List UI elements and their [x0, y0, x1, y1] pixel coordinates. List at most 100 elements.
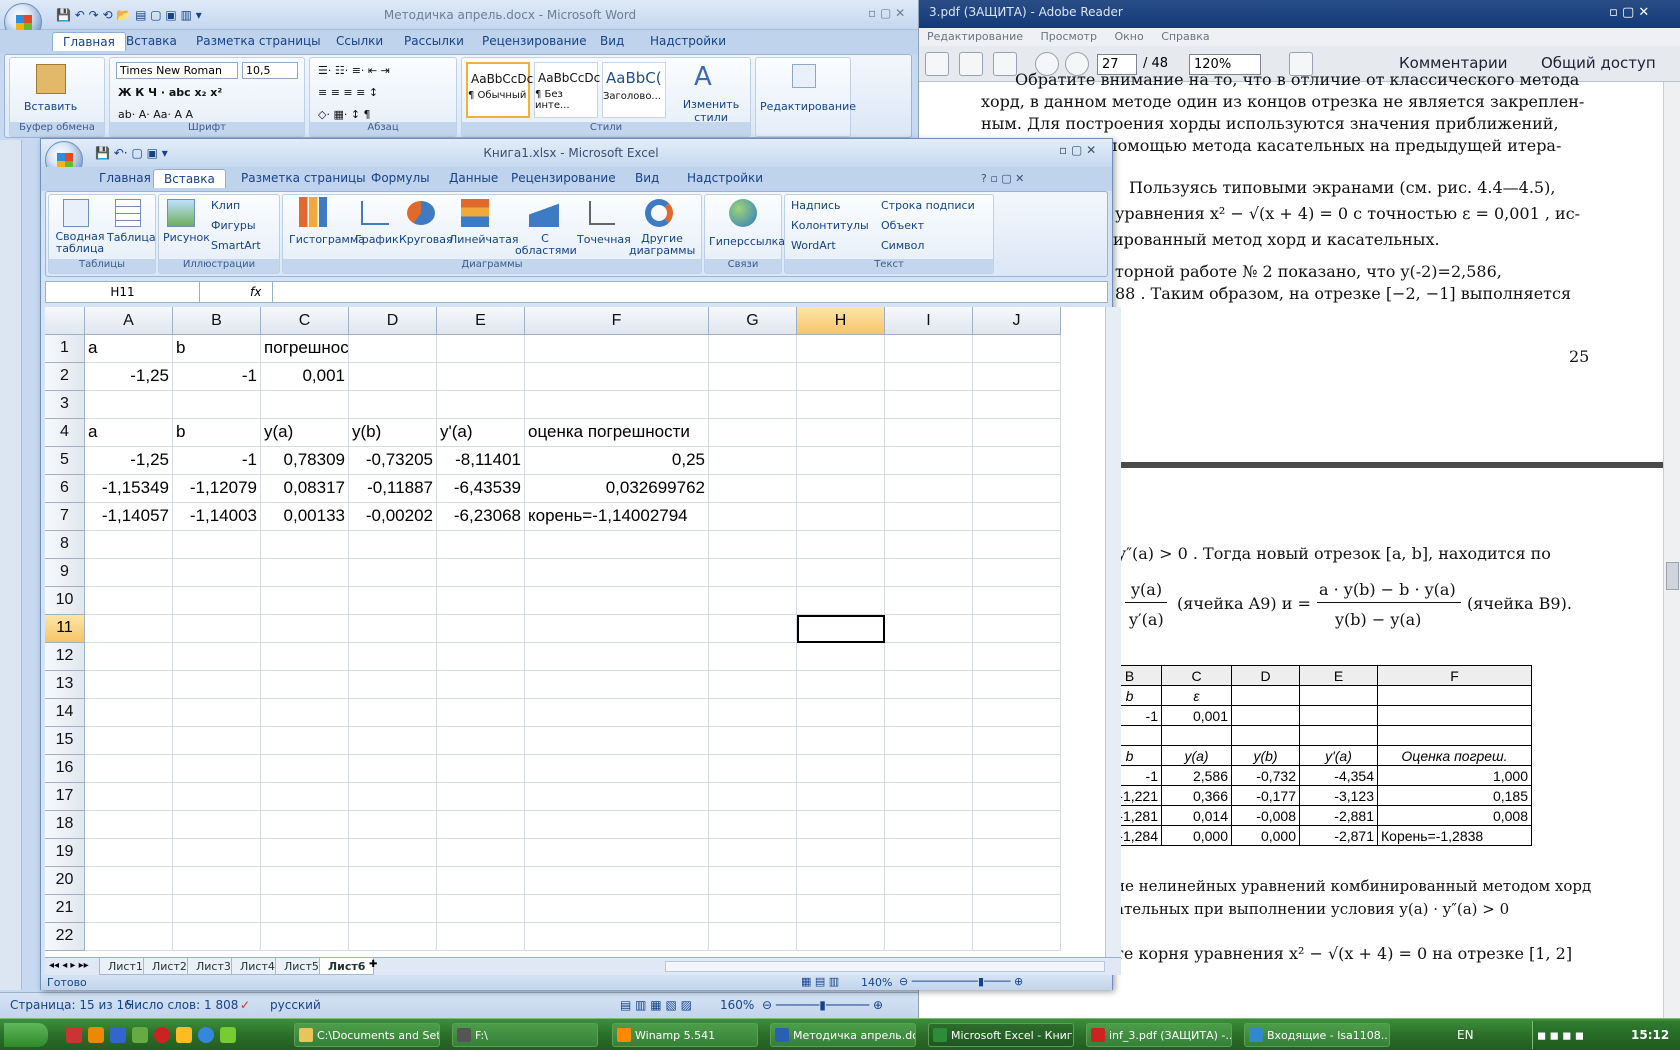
- cell[interactable]: [885, 643, 973, 671]
- status-page[interactable]: Страница: 15 из 16: [10, 998, 132, 1012]
- cell[interactable]: [437, 671, 525, 699]
- quicklaunch-icon[interactable]: [66, 1027, 82, 1043]
- pivot-table-button[interactable]: Сводная таблица: [53, 231, 107, 255]
- editing-button[interactable]: Редактирование: [760, 100, 856, 113]
- task-explorer[interactable]: C:\Documents and Set...: [294, 1023, 440, 1047]
- cell[interactable]: -8,11401: [437, 447, 525, 475]
- area-chart-button[interactable]: С областями: [515, 233, 577, 257]
- cell[interactable]: [709, 923, 797, 951]
- signature-button[interactable]: Строка подписи: [881, 199, 975, 212]
- cell[interactable]: [797, 587, 885, 615]
- quicklaunch-icon[interactable]: [176, 1027, 192, 1043]
- cell[interactable]: [261, 839, 349, 867]
- cell[interactable]: [797, 671, 885, 699]
- cell[interactable]: [709, 447, 797, 475]
- picture-icon[interactable]: [167, 199, 195, 227]
- cell[interactable]: [973, 615, 1061, 643]
- vertical-scrollbar[interactable]: [1105, 307, 1121, 957]
- cell[interactable]: [973, 783, 1061, 811]
- cell[interactable]: [173, 727, 261, 755]
- object-button[interactable]: Объект: [881, 219, 924, 232]
- font-size-box[interactable]: 10,5: [242, 62, 298, 79]
- cell[interactable]: [173, 559, 261, 587]
- paste-icon[interactable]: [36, 64, 66, 94]
- row-header[interactable]: 10: [45, 587, 85, 615]
- cell[interactable]: 0,00133: [261, 503, 349, 531]
- task-word[interactable]: Методичка апрель.do...: [770, 1023, 916, 1047]
- tab-insert[interactable]: Вставка: [126, 34, 177, 48]
- cell[interactable]: [797, 643, 885, 671]
- row-header[interactable]: 5: [45, 447, 85, 475]
- menu-edit[interactable]: Редактирование: [927, 30, 1023, 43]
- row-header[interactable]: 9: [45, 559, 85, 587]
- cell[interactable]: [437, 839, 525, 867]
- other-charts-icon[interactable]: [645, 199, 673, 227]
- cell[interactable]: [261, 643, 349, 671]
- tab-review[interactable]: Рецензирование: [511, 171, 616, 185]
- cell[interactable]: [525, 559, 709, 587]
- cell[interactable]: [261, 391, 349, 419]
- cell[interactable]: [173, 923, 261, 951]
- shapes-button[interactable]: Фигуры: [211, 219, 256, 232]
- cell[interactable]: [525, 923, 709, 951]
- cell[interactable]: -1,12079: [173, 475, 261, 503]
- cell[interactable]: [349, 615, 437, 643]
- cell[interactable]: [261, 671, 349, 699]
- cell[interactable]: [85, 391, 173, 419]
- cell[interactable]: [349, 783, 437, 811]
- cell[interactable]: -1: [173, 447, 261, 475]
- cell[interactable]: [261, 587, 349, 615]
- cell[interactable]: [885, 671, 973, 699]
- task-drive[interactable]: F:\: [452, 1023, 598, 1047]
- cell[interactable]: [525, 531, 709, 559]
- cell[interactable]: [525, 839, 709, 867]
- column-header-f[interactable]: F: [525, 307, 709, 335]
- bar-chart-button[interactable]: Линейчатая: [449, 233, 519, 246]
- column-header-c[interactable]: C: [261, 307, 349, 335]
- clip-button[interactable]: Клип: [211, 199, 240, 212]
- cell[interactable]: [437, 391, 525, 419]
- change-styles-button[interactable]: Изменить стили: [682, 98, 740, 124]
- cell[interactable]: [973, 811, 1061, 839]
- cell[interactable]: [797, 699, 885, 727]
- cell[interactable]: [437, 335, 525, 363]
- mail-icon[interactable]: [993, 52, 1017, 76]
- tab-mailings[interactable]: Рассылки: [404, 34, 464, 48]
- binoculars-icon[interactable]: [792, 64, 816, 88]
- cell[interactable]: [349, 671, 437, 699]
- cell[interactable]: [173, 699, 261, 727]
- cell[interactable]: [709, 531, 797, 559]
- cell[interactable]: [85, 755, 173, 783]
- cell[interactable]: [885, 923, 973, 951]
- cell[interactable]: [885, 727, 973, 755]
- cell[interactable]: [797, 559, 885, 587]
- quicklaunch-icon[interactable]: [88, 1027, 104, 1043]
- tab-home[interactable]: Главная: [99, 171, 151, 185]
- cell[interactable]: [885, 503, 973, 531]
- cell[interactable]: [709, 587, 797, 615]
- save-icon[interactable]: [925, 52, 949, 76]
- row-header[interactable]: 3: [45, 391, 85, 419]
- quicklaunch-icon[interactable]: [198, 1027, 214, 1043]
- cell[interactable]: [349, 727, 437, 755]
- area-chart-icon[interactable]: [529, 199, 559, 227]
- cell[interactable]: [973, 447, 1061, 475]
- column-header-j[interactable]: J: [973, 307, 1061, 335]
- column-header-b[interactable]: B: [173, 307, 261, 335]
- tab-layout[interactable]: Разметка страницы: [241, 171, 366, 185]
- picture-button[interactable]: Рисунок: [163, 231, 210, 244]
- cell[interactable]: [797, 755, 885, 783]
- quick-access-toolbar[interactable]: 💾 ↶ ↷ ⟲ 📂 ▤ ▢ ▣ ▥ ▾: [56, 8, 202, 22]
- style-heading[interactable]: AaBbC(Заголово...: [602, 62, 666, 118]
- cell[interactable]: [973, 503, 1061, 531]
- cell[interactable]: [349, 895, 437, 923]
- cell[interactable]: [173, 867, 261, 895]
- row-header[interactable]: 13: [45, 671, 85, 699]
- menu-help[interactable]: Справка: [1161, 30, 1209, 43]
- cell[interactable]: [525, 783, 709, 811]
- column-header-g[interactable]: G: [709, 307, 797, 335]
- cell[interactable]: [797, 363, 885, 391]
- cell[interactable]: -0,00202: [349, 503, 437, 531]
- cell[interactable]: [349, 391, 437, 419]
- cell[interactable]: [173, 839, 261, 867]
